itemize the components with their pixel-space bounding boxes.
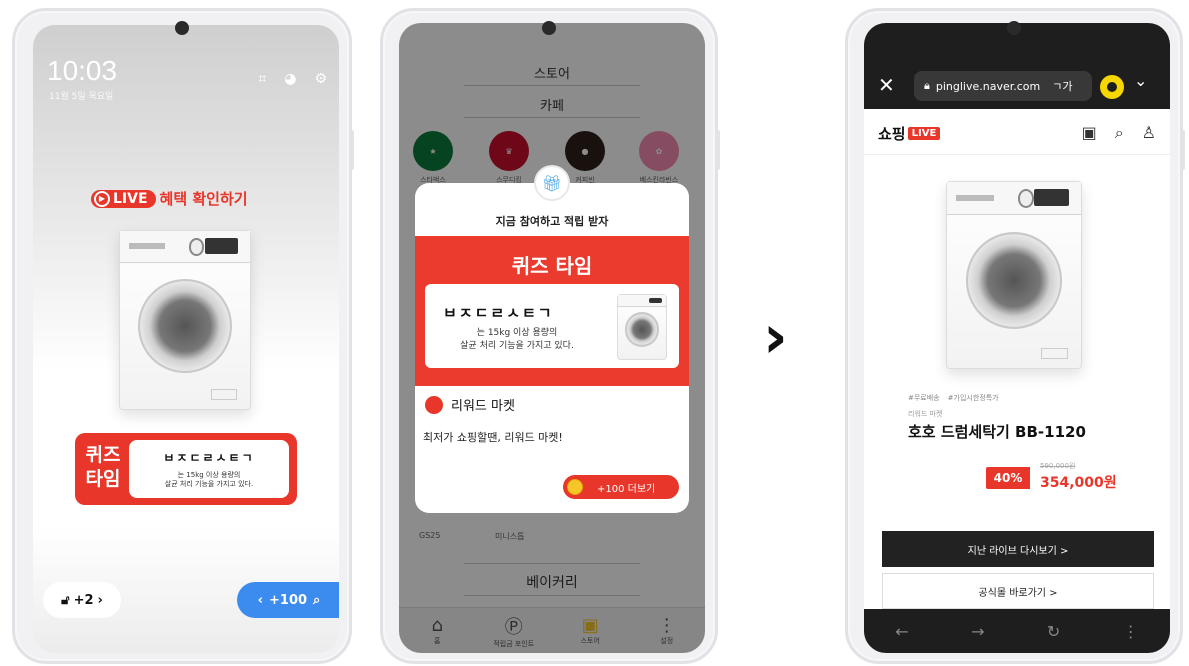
brand-logo (425, 395, 443, 414)
front-camera (1007, 21, 1021, 35)
browser-nav-bar: ← → ↻ ⋮ (864, 609, 1170, 653)
product-brand: 리워드 마켓 (908, 410, 943, 418)
sale-price: 354,000원 (1040, 475, 1117, 491)
side-button (716, 130, 720, 170)
live-badge-label: LIVE (113, 190, 148, 207)
lock-icon: 🔒︎ (924, 79, 930, 92)
user-icon[interactable]: ♙ (1142, 123, 1156, 143)
quiz-modal: 🎁︎ 지금 참여하고 적립 받자 퀴즈 타임 ㅂㅈㄷㄹㅅㅌㄱ 는 15kg 이상… (415, 165, 689, 513)
quiz-code: ㅂㅈㄷㄹㅅㅌㄱ (163, 451, 255, 465)
live-cta-label: 혜택 확인하기 (159, 190, 248, 208)
shopping-live-logo[interactable]: 쇼핑 LIVE (878, 123, 941, 144)
front-camera (542, 21, 556, 35)
quiz-code: ㅂㅈㄷㄹㅅㅌㄱ (443, 304, 554, 322)
palette-icon[interactable]: ◕ (284, 71, 296, 87)
brand-message: 최저가 쇼핑할땐, 리워드 마켓! (423, 431, 563, 444)
phone-browser: ✕ 🔒︎ pinglive.naver.com ㄱ가 ⌄ 쇼핑 LIVE ▣ ⌕… (845, 8, 1183, 664)
app-header: 쇼핑 LIVE ▣ ⌕ ♙ (864, 109, 1170, 155)
menu-icon[interactable]: ⋮ (1123, 622, 1139, 641)
lockscreen: 10:03 11월 5일 목요일 ⌗ ◕ ⚙ ▶ LIVE 혜택 확인하기 퀴즈… (33, 25, 339, 653)
side-button (350, 130, 354, 170)
side-button (1181, 130, 1185, 170)
header-icons: ▣ ⌕ ♙ (1082, 123, 1156, 143)
logo-text: 쇼핑 (878, 125, 906, 143)
logo-live-badge: LIVE (907, 127, 941, 140)
lock-count: +2 (73, 592, 94, 608)
more-button[interactable]: +100 더보기 (563, 475, 679, 499)
points-button[interactable]: ‹ +100 ⌕ (237, 582, 339, 618)
brand-row[interactable]: 리워드 마켓 (425, 395, 515, 414)
date-label: 11월 5일 목요일 (49, 92, 114, 102)
more-button-label: +100 더보기 (597, 483, 656, 495)
product-name: 호호 드럼세탁기 BB-1120 (908, 423, 1086, 441)
quiz-desc-1: 는 15kg 이상 용량의 (177, 471, 241, 479)
chevron-right-icon: › (97, 592, 103, 608)
quiz-card: ㅂㅈㄷㄹㅅㅌㄱ 는 15kg 이상 용량의 살균 처리 기능을 가지고 있다. (129, 440, 289, 498)
washer-image (617, 294, 667, 360)
official-store-button[interactable]: 공식몰 바로가기 > (882, 573, 1154, 609)
quiz-desc-2: 살균 처리 기능을 가지고 있다. (460, 341, 574, 351)
coin-icon (567, 479, 583, 495)
search-icon[interactable]: ⌕ (1115, 123, 1124, 143)
product-image (946, 181, 1082, 369)
browser-toolbar: ✕ 🔒︎ pinglive.naver.com ㄱ가 ⌄ (864, 23, 1170, 109)
discount-badge: 40% (986, 467, 1030, 489)
gift-icon: 🎁︎ (534, 165, 570, 201)
brand-name: 리워드 마켓 (451, 399, 515, 414)
extension-icon[interactable] (1100, 75, 1124, 99)
tag: #무료배송 (908, 394, 940, 402)
quiz-desc-1: 는 15kg 이상 용량의 (476, 328, 558, 338)
tag: #가입시한정특가 (947, 394, 999, 402)
live-benefit-link[interactable]: ▶ LIVE 혜택 확인하기 (91, 188, 248, 209)
live-badge: ▶ LIVE (91, 189, 156, 208)
calendar-check-icon[interactable]: ▣ (1082, 123, 1097, 143)
phone-lockscreen: 10:03 11월 5일 목요일 ⌗ ◕ ⚙ ▶ LIVE 혜택 확인하기 퀴즈… (12, 8, 352, 664)
quiz-desc-2: 살균 처리 기능을 가지고 있다. (164, 479, 254, 488)
quiz-word: 퀴즈 타임 (85, 444, 121, 490)
translate-icon: ㄱ가 (1052, 80, 1073, 93)
browser-screen: ✕ 🔒︎ pinglive.naver.com ㄱ가 ⌄ 쇼핑 LIVE ▣ ⌕… (864, 23, 1170, 653)
store-screen: 스토어 카페 ★ ♛ ● ✿ 스타벅스 스무디킹 커피빈 베스킨라빈스 GS25… (399, 23, 705, 653)
search-icon: ⌕ (313, 592, 321, 608)
original-price: 590,000원 (1040, 462, 1076, 470)
lock-icon: 🔓︎ (61, 592, 70, 608)
phone-store: 스토어 카페 ★ ♛ ● ✿ 스타벅스 스무디킹 커피빈 베스킨라빈스 GS25… (380, 8, 718, 664)
clock: 10:03 (47, 55, 118, 86)
back-icon[interactable]: ← (895, 622, 908, 641)
unlock-button[interactable]: 🔓︎ +2 › (43, 582, 121, 618)
top-icons: ⌗ ◕ ⚙ (258, 71, 327, 87)
quiz-banner[interactable]: 퀴즈 타임 ㅂㅈㄷㄹㅅㅌㄱ 는 15kg 이상 용량의 살균 처리 기능을 가지… (75, 433, 297, 505)
url-bar[interactable]: 🔒︎ pinglive.naver.com ㄱ가 (914, 71, 1092, 101)
refresh-icon[interactable]: ↻ (1047, 622, 1060, 641)
quiz-time-title: 퀴즈 타임 (511, 254, 593, 278)
gear-icon[interactable]: ⚙ (314, 71, 327, 87)
quiz-card[interactable]: ㅂㅈㄷㄹㅅㅌㄱ 는 15kg 이상 용량의 살균 처리 기능을 가지고 있다. (425, 284, 679, 368)
front-camera (175, 21, 189, 35)
modal-header: 지금 참여하고 적립 받자 (495, 215, 609, 228)
product-tags: #무료배송 #가입시한정특가 (908, 393, 999, 403)
play-icon: ▶ (94, 190, 110, 207)
scan-icon[interactable]: ⌗ (258, 71, 266, 87)
flow-arrow-icon: › (763, 302, 788, 372)
chevron-left-icon: ‹ (257, 592, 264, 608)
replay-live-button[interactable]: 지난 라이브 다시보기 > (882, 531, 1154, 567)
quiz-panel: 퀴즈 타임 ㅂㅈㄷㄹㅅㅌㄱ 는 15kg 이상 용량의 살균 처리 기능을 가지… (415, 236, 689, 386)
forward-icon[interactable]: → (971, 622, 984, 641)
price-area: 40% 590,000원 354,000원 (986, 459, 1156, 499)
points-label: +100 (269, 592, 308, 608)
chevron-down-icon[interactable]: ⌄ (1134, 71, 1147, 90)
url-text: pinglive.naver.com (935, 79, 1041, 93)
washer-image (119, 230, 251, 410)
close-icon[interactable]: ✕ (878, 73, 895, 97)
